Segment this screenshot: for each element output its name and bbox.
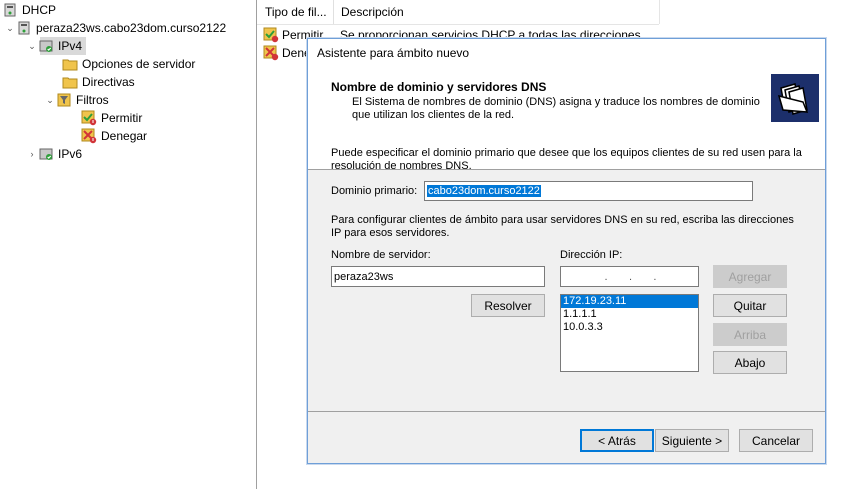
server-name-value: peraza23ws <box>334 270 394 283</box>
dialog-titlebar[interactable]: Asistente para ámbito nuevo <box>308 39 825 67</box>
tree-label-server-options: Opciones de servidor <box>82 57 196 71</box>
next-button-label: Siguiente > <box>661 433 723 448</box>
primary-domain-label: Dominio primario: <box>331 185 418 197</box>
remove-button[interactable]: Quitar <box>713 294 787 317</box>
tree-node-policies[interactable]: Directivas <box>62 73 135 91</box>
tree-node-server-options[interactable]: Opciones de servidor <box>62 55 195 73</box>
resolve-button-label: Resolver <box>484 298 532 313</box>
console-tree: DHCP ⌄ peraza23ws.cabo23dom.curso2122 ⌄ … <box>0 0 256 489</box>
folder-options-icon <box>62 59 78 71</box>
tree-node-server[interactable]: ⌄ peraza23ws.cabo23dom.curso2122 <box>4 19 226 37</box>
dns-server-list[interactable]: 172.19.23.11 1.1.1.1 10.0.3.3 <box>560 294 699 372</box>
allow-filter-icon <box>263 27 279 43</box>
tree-node-ipv4[interactable]: ⌄ IPv4 <box>26 37 82 55</box>
list-item[interactable]: Dene <box>263 44 311 62</box>
chevron-down-icon[interactable]: ⌄ <box>26 41 38 52</box>
tree-label-policies: Directivas <box>82 75 135 89</box>
deny-filter-icon <box>81 128 97 144</box>
resolve-button[interactable]: Resolver <box>471 294 545 317</box>
intro-text-line1: Puede especificar el dominio primario qu… <box>331 147 802 159</box>
dns-server-item[interactable]: 1.1.1.1 <box>561 308 698 321</box>
tree-label-server: peraza23ws.cabo23dom.curso2122 <box>36 21 227 35</box>
move-up-button-label: Arriba <box>733 327 766 342</box>
cancel-button[interactable]: Cancelar <box>739 429 813 452</box>
back-button[interactable]: < Atrás <box>580 429 654 452</box>
tree-node-ipv6[interactable]: › IPv6 <box>26 145 83 163</box>
tree-label-deny: Denegar <box>101 129 148 143</box>
config-text-line2: IP para esos servidores. <box>331 227 450 239</box>
column-header-description[interactable]: Descripción <box>333 0 660 24</box>
primary-domain-value: cabo23dom.curso2122 <box>427 185 541 197</box>
tree-node-filters[interactable]: ⌄ Filtros <box>44 91 109 109</box>
remove-button-label: Quitar <box>733 298 767 313</box>
chevron-right-icon[interactable]: › <box>26 149 38 159</box>
server-icon <box>18 21 30 35</box>
tree-label-dhcp: DHCP <box>22 3 57 17</box>
intro-text-line2: resolución de nombres DNS. <box>331 160 472 172</box>
dns-server-item[interactable]: 172.19.23.11 <box>561 295 698 308</box>
move-down-button[interactable]: Abajo <box>713 351 787 374</box>
ipv4-icon <box>39 40 53 52</box>
move-up-button[interactable]: Arriba <box>713 323 787 346</box>
primary-domain-input[interactable]: cabo23dom.curso2122 <box>424 181 753 201</box>
add-button[interactable]: Agregar <box>713 265 787 288</box>
tree-node-allow[interactable]: Permitir <box>81 109 142 127</box>
move-down-button-label: Abajo <box>734 355 766 370</box>
add-button-label: Agregar <box>728 269 772 284</box>
back-button-label: < Atrás <box>598 433 636 448</box>
ip-address-placeholder: . . . <box>604 270 657 283</box>
next-button[interactable]: Siguiente > <box>655 429 729 452</box>
ip-address-input[interactable]: . . . <box>560 266 699 287</box>
tree-label-allow: Permitir <box>101 111 143 125</box>
dhcp-icon <box>4 3 16 17</box>
footer-divider <box>308 411 825 412</box>
chevron-down-icon[interactable]: ⌄ <box>44 95 56 106</box>
pane-divider[interactable] <box>256 0 257 489</box>
wizard-header-description: El Sistema de nombres de dominio (DNS) a… <box>352 96 760 121</box>
new-scope-wizard-dialog: Asistente para ámbito nuevo Nombre de do… <box>307 38 826 464</box>
column-header-description-label: Descripción <box>341 5 404 19</box>
column-header-type-label: Tipo de fil... <box>265 5 327 19</box>
folder-icon <box>62 77 78 89</box>
wizard-header-title: Nombre de dominio y servidores DNS <box>331 80 547 94</box>
dialog-title: Asistente para ámbito nuevo <box>317 46 470 60</box>
config-text-line1: Para configurar clientes de ámbito para … <box>331 214 794 226</box>
tree-node-dhcp[interactable]: DHCP <box>2 1 56 19</box>
column-header-type[interactable]: Tipo de fil... <box>257 0 334 24</box>
wizard-folders-icon <box>771 74 819 122</box>
allow-filter-icon <box>81 110 97 126</box>
tree-label-ipv6: IPv6 <box>58 147 83 161</box>
filter-icon <box>57 93 71 107</box>
server-name-input[interactable]: peraza23ws <box>331 266 545 287</box>
ipv6-icon <box>39 148 53 160</box>
tree-label-ipv4: IPv4 <box>58 39 83 53</box>
dns-server-item[interactable]: 10.0.3.3 <box>561 321 698 334</box>
cancel-button-label: Cancelar <box>751 433 801 448</box>
tree-node-deny[interactable]: Denegar <box>81 127 147 145</box>
tree-label-filters: Filtros <box>76 93 109 107</box>
chevron-down-icon[interactable]: ⌄ <box>4 23 16 34</box>
server-name-label: Nombre de servidor: <box>331 249 431 261</box>
header-divider <box>257 24 659 25</box>
deny-filter-icon <box>263 45 279 61</box>
ip-address-label: Dirección IP: <box>560 249 623 261</box>
